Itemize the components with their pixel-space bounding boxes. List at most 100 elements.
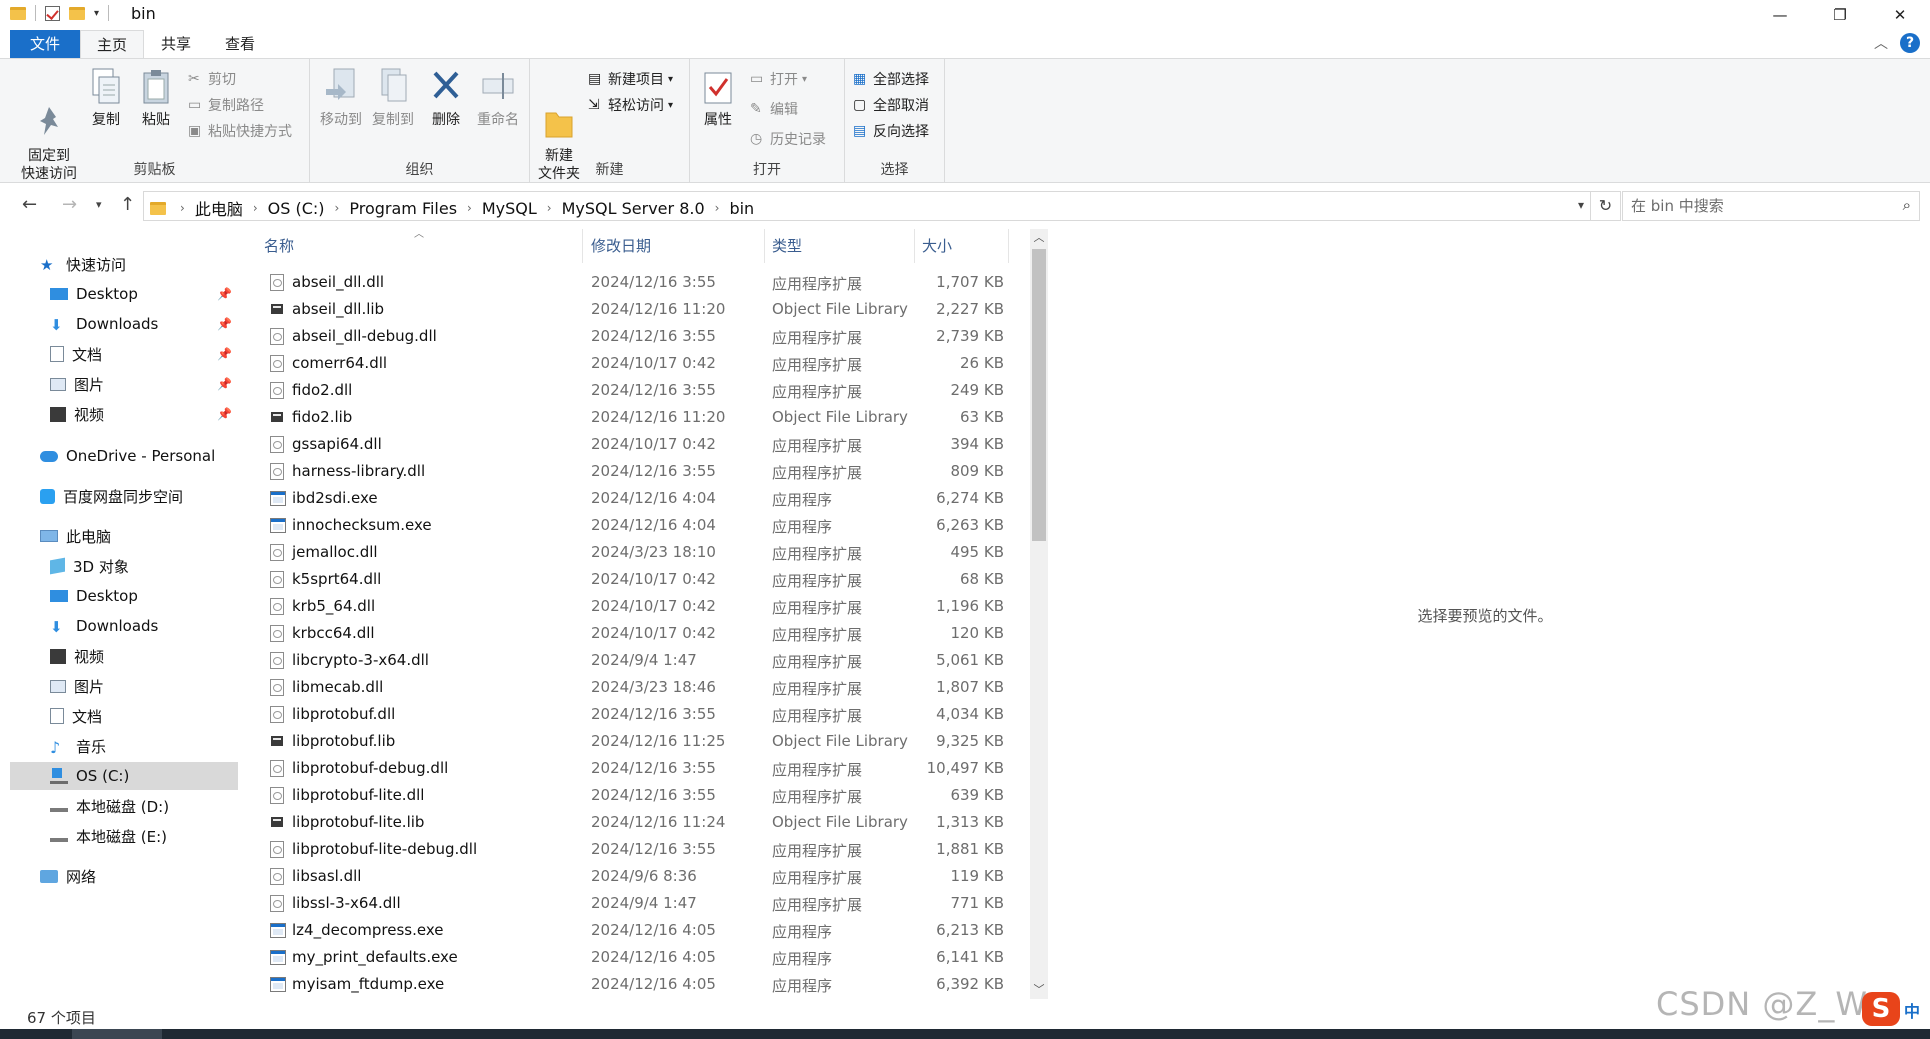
tab-home[interactable]: 主页 bbox=[80, 30, 144, 58]
breadcrumb-separator-icon[interactable]: › bbox=[467, 201, 472, 215]
maximize-button[interactable]: ❐ bbox=[1810, 0, 1870, 30]
breadcrumb-item[interactable]: MySQL Server 8.0 bbox=[562, 199, 705, 218]
column-header-name[interactable]: 名称 bbox=[264, 235, 294, 256]
file-row[interactable]: my_print_defaults.exe 2024/12/16 4:05 应用程序… bbox=[256, 944, 1016, 971]
rename-button[interactable]: 重命名 bbox=[472, 67, 524, 129]
file-row[interactable]: abseil_dll.dll 2024/12/16 3:55 应用程序扩展 1,707… bbox=[256, 269, 1016, 296]
properties-button[interactable]: 属性 bbox=[698, 67, 738, 129]
search-input[interactable] bbox=[1623, 192, 1873, 220]
column-header-date[interactable]: 修改日期 bbox=[591, 235, 651, 256]
nav-quick-pictures[interactable]: 图片 📌 bbox=[10, 370, 238, 398]
nav-music[interactable]: ♪ 音乐 bbox=[10, 732, 238, 760]
nav-desktop[interactable]: Desktop bbox=[10, 582, 238, 610]
recent-locations-icon[interactable]: ▾ bbox=[96, 198, 102, 211]
file-row[interactable]: libprotobuf-lite-debug.dll 2024/12/16 3:5… bbox=[256, 836, 1016, 863]
file-row[interactable]: comerr64.dll 2024/10/17 0:42 应用程序扩展 26 KB bbox=[256, 350, 1016, 377]
select-none-button[interactable]: ▢ 全部取消 bbox=[853, 95, 929, 115]
breadcrumb-item[interactable]: OS (C:) bbox=[268, 199, 325, 218]
history-button[interactable]: ◷ 历史记录 bbox=[750, 129, 826, 149]
file-row[interactable]: libprotobuf.dll 2024/12/16 3:55 应用程序扩展 4,03… bbox=[256, 701, 1016, 728]
file-row[interactable]: libprotobuf.lib 2024/12/16 11:25 Object Fi… bbox=[256, 728, 1016, 755]
address-bar[interactable]: › 此电脑 › OS (C:) › Program Files › MySQL … bbox=[143, 191, 1591, 221]
tab-share[interactable]: 共享 bbox=[144, 30, 208, 58]
file-row[interactable]: lz4_decompress.exe 2024/12/16 4:05 应用程序 6,2… bbox=[256, 917, 1016, 944]
file-row[interactable]: jemalloc.dll 2024/3/23 18:10 应用程序扩展 495 KB bbox=[256, 539, 1016, 566]
help-icon[interactable]: ? bbox=[1900, 33, 1920, 53]
file-row[interactable]: myisam_ftdump.exe 2024/12/16 4:05 应用程序 6,39… bbox=[256, 971, 1016, 998]
paste-button[interactable]: 粘贴 bbox=[134, 67, 178, 129]
breadcrumb-separator-icon[interactable]: › bbox=[180, 201, 185, 215]
nav-onedrive[interactable]: OneDrive - Personal bbox=[10, 442, 238, 470]
breadcrumb-separator-icon[interactable]: › bbox=[253, 201, 258, 215]
file-row[interactable]: libprotobuf-lite.lib 2024/12/16 11:24 Obje… bbox=[256, 809, 1016, 836]
file-row[interactable]: abseil_dll.lib 2024/12/16 11:20 Object Fil… bbox=[256, 296, 1016, 323]
search-icon[interactable]: ⌕ bbox=[1903, 196, 1911, 214]
cut-button[interactable]: ✂ 剪切 bbox=[188, 69, 236, 89]
move-to-button[interactable]: 移动到 bbox=[316, 67, 366, 129]
file-row[interactable]: ibd2sdi.exe 2024/12/16 4:04 应用程序 6,274 KB bbox=[256, 485, 1016, 512]
copy-to-button[interactable]: 复制到 bbox=[368, 67, 418, 129]
file-row[interactable]: fido2.lib 2024/12/16 11:20 Object File Lib… bbox=[256, 404, 1016, 431]
select-all-button[interactable]: ▦ 全部选择 bbox=[853, 69, 929, 89]
file-row[interactable]: innochecksum.exe 2024/12/16 4:04 应用程序 6,263… bbox=[256, 512, 1016, 539]
column-divider[interactable] bbox=[914, 229, 915, 263]
breadcrumb-item[interactable]: Program Files bbox=[349, 199, 457, 218]
breadcrumb-item[interactable]: MySQL bbox=[482, 199, 537, 218]
nav-quick-desktop[interactable]: Desktop 📌 bbox=[10, 280, 238, 308]
nav-videos[interactable]: 视频 bbox=[10, 642, 238, 670]
nav-drive-d[interactable]: 本地磁盘 (D:) bbox=[10, 792, 238, 820]
breadcrumb-item[interactable]: bin bbox=[729, 199, 754, 218]
breadcrumb-item[interactable]: 此电脑 bbox=[195, 196, 243, 220]
new-item-button[interactable]: ▤ 新建项目 ▾ bbox=[588, 69, 673, 89]
paste-shortcut-button[interactable]: ▣ 粘贴快捷方式 bbox=[188, 121, 292, 141]
scroll-up-icon[interactable]: ︿ bbox=[1030, 229, 1048, 247]
address-history-dropdown-icon[interactable]: ▾ bbox=[1578, 198, 1584, 212]
breadcrumb-separator-icon[interactable]: › bbox=[715, 201, 720, 215]
file-row[interactable]: libprotobuf-debug.dll 2024/12/16 3:55 应用程序… bbox=[256, 755, 1016, 782]
file-row[interactable]: libsasl.dll 2024/9/6 8:36 应用程序扩展 119 KB bbox=[256, 863, 1016, 890]
nav-quick-videos[interactable]: 视频 📌 bbox=[10, 400, 238, 428]
file-row[interactable]: fido2.dll 2024/12/16 3:55 应用程序扩展 249 KB bbox=[256, 377, 1016, 404]
collapse-ribbon-icon[interactable]: ︿ bbox=[1874, 33, 1888, 53]
breadcrumb-separator-icon[interactable]: › bbox=[335, 201, 340, 215]
invert-selection-button[interactable]: ▤ 反向选择 bbox=[853, 121, 929, 141]
tab-file[interactable]: 文件 bbox=[10, 30, 80, 58]
edit-button[interactable]: ✎ 编辑 bbox=[750, 99, 798, 119]
scroll-down-icon[interactable]: ﹀ bbox=[1030, 981, 1048, 999]
breadcrumb-separator-icon[interactable]: › bbox=[547, 201, 552, 215]
nav-documents[interactable]: 文档 bbox=[10, 702, 238, 730]
nav-quick-access[interactable]: ★ 快速访问 bbox=[10, 250, 238, 278]
file-row[interactable]: k5sprt64.dll 2024/10/17 0:42 应用程序扩展 68 KB bbox=[256, 566, 1016, 593]
scrollbar-thumb[interactable] bbox=[1032, 249, 1046, 541]
nav-3d-objects[interactable]: 3D 对象 bbox=[10, 552, 238, 580]
open-button[interactable]: ▭ 打开 ▾ bbox=[750, 69, 807, 89]
up-arrow-icon[interactable]: ↑ bbox=[120, 194, 135, 215]
nav-quick-documents[interactable]: 文档 📌 bbox=[10, 340, 238, 368]
back-arrow-icon[interactable]: ← bbox=[22, 194, 37, 215]
forward-arrow-icon[interactable]: → bbox=[62, 194, 77, 215]
file-row[interactable]: krbcc64.dll 2024/10/17 0:42 应用程序扩展 120 KB bbox=[256, 620, 1016, 647]
copy-button[interactable]: 复制 bbox=[86, 67, 126, 129]
copy-path-button[interactable]: ▭ 复制路径 bbox=[188, 95, 264, 115]
file-row[interactable]: libmecab.dll 2024/3/23 18:46 应用程序扩展 1,807 K… bbox=[256, 674, 1016, 701]
nav-quick-downloads[interactable]: ⬇ Downloads 📌 bbox=[10, 310, 238, 338]
file-row[interactable]: krb5_64.dll 2024/10/17 0:42 应用程序扩展 1,196 KB bbox=[256, 593, 1016, 620]
vertical-scrollbar[interactable]: ︿ ﹀ bbox=[1030, 229, 1048, 999]
file-row[interactable]: libprotobuf-lite.dll 2024/12/16 3:55 应用程序扩… bbox=[256, 782, 1016, 809]
column-header-type[interactable]: 类型 bbox=[772, 235, 802, 256]
refresh-button[interactable]: ↻ bbox=[1591, 191, 1621, 221]
nav-baidu-sync[interactable]: 百度网盘同步空间 bbox=[10, 482, 238, 510]
ime-indicator[interactable]: S 中 bbox=[1862, 992, 1926, 1026]
column-divider[interactable] bbox=[1008, 229, 1009, 263]
easy-access-button[interactable]: ⇲ 轻松访问 ▾ bbox=[588, 95, 673, 115]
column-divider[interactable] bbox=[582, 229, 583, 263]
taskbar-item[interactable] bbox=[72, 1029, 162, 1039]
close-button[interactable]: ✕ bbox=[1870, 0, 1930, 30]
file-row[interactable]: gssapi64.dll 2024/10/17 0:42 应用程序扩展 394 KB bbox=[256, 431, 1016, 458]
minimize-button[interactable]: — bbox=[1750, 0, 1810, 30]
file-row[interactable]: harness-library.dll 2024/12/16 3:55 应用程序扩展… bbox=[256, 458, 1016, 485]
nav-pictures[interactable]: 图片 bbox=[10, 672, 238, 700]
column-header-size[interactable]: 大小 bbox=[922, 235, 952, 256]
tab-view[interactable]: 查看 bbox=[208, 30, 272, 58]
delete-button[interactable]: 删除 bbox=[426, 67, 466, 129]
